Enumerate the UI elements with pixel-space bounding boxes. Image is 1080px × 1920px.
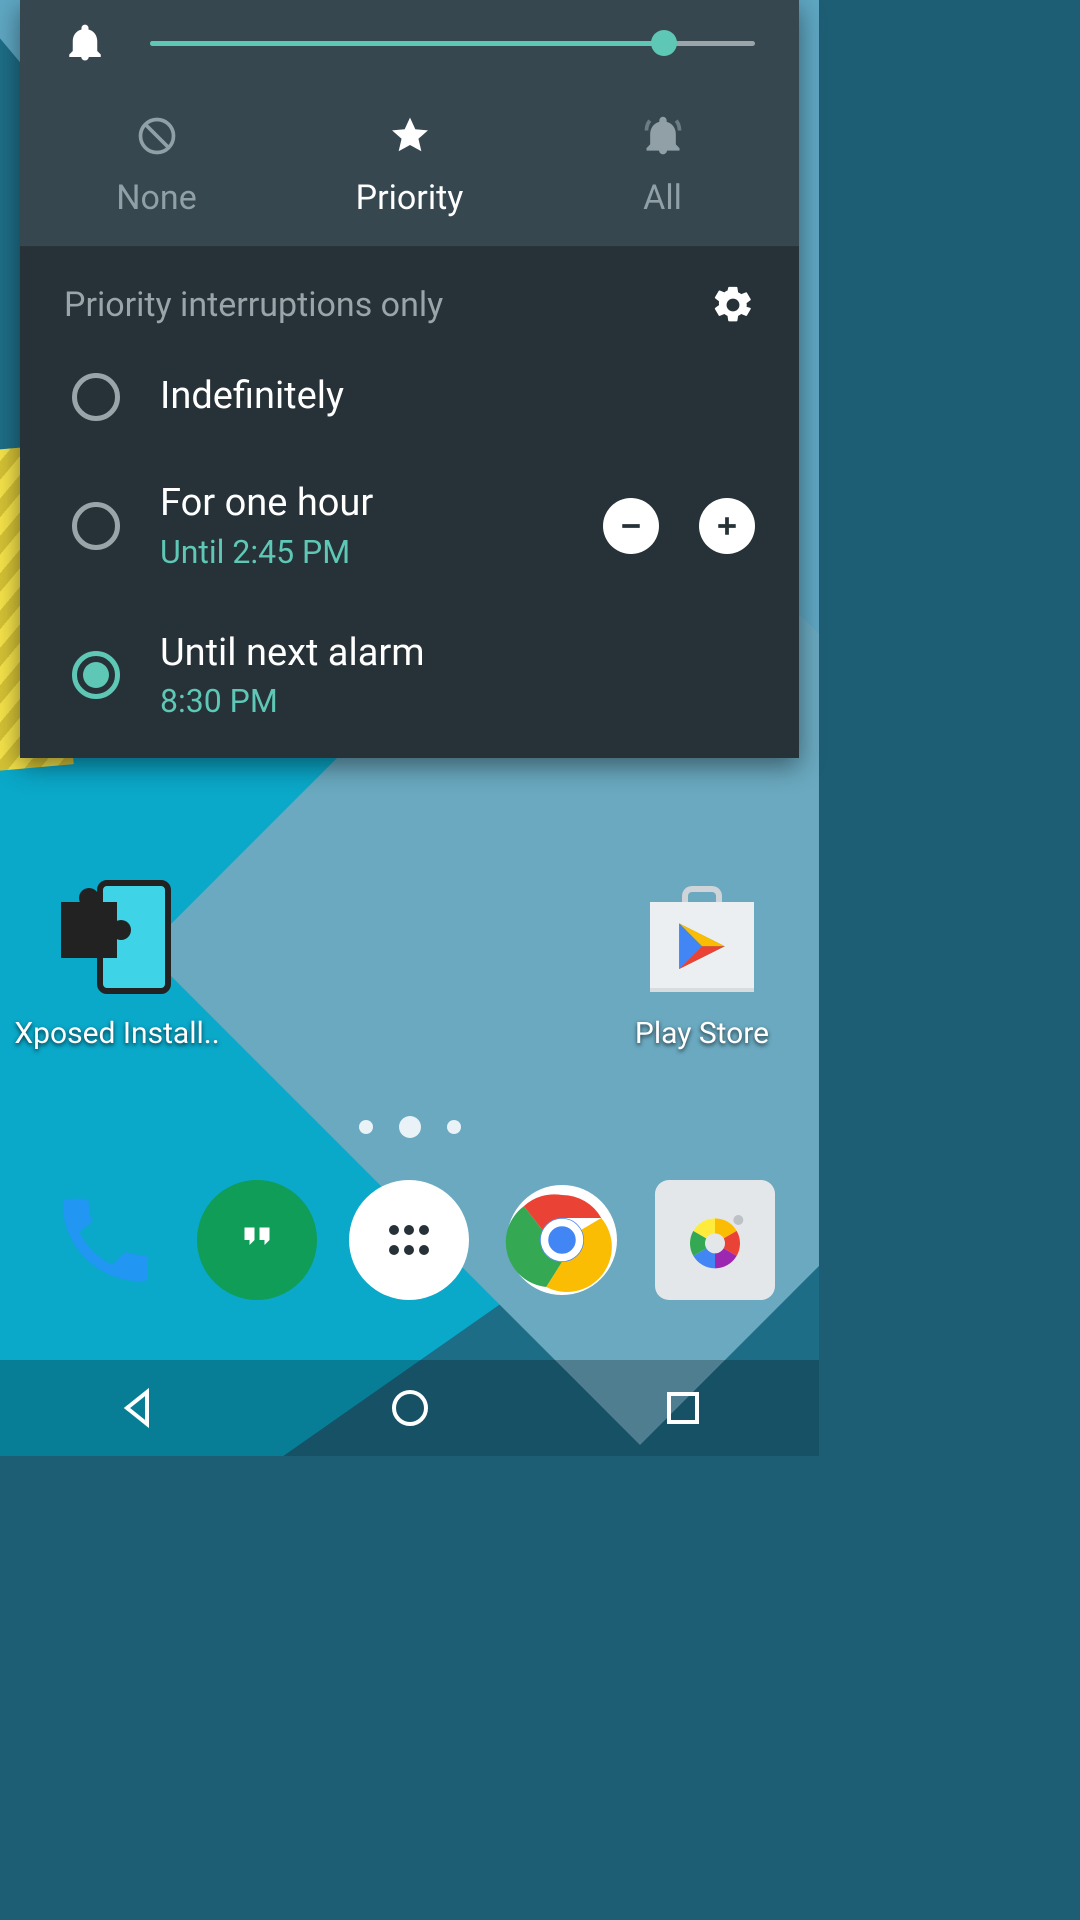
- gear-icon[interactable]: [711, 283, 755, 327]
- dock-apps[interactable]: [349, 1180, 469, 1300]
- mode-none[interactable]: None: [30, 114, 283, 218]
- mode-none-label: None: [116, 178, 196, 218]
- star-icon: [388, 114, 432, 158]
- plus-button[interactable]: [699, 498, 755, 554]
- priority-body: Priority interruptions only Indefinitely…: [20, 247, 799, 758]
- page-dot[interactable]: [359, 1120, 373, 1134]
- mode-all[interactable]: All: [536, 114, 789, 218]
- camera-icon: [675, 1200, 755, 1280]
- page-dot-current[interactable]: [399, 1116, 421, 1138]
- recents-button[interactable]: [659, 1384, 707, 1432]
- dock-hangouts[interactable]: [197, 1180, 317, 1300]
- option-until-alarm[interactable]: Until next alarm 8:30 PM: [72, 631, 755, 721]
- app-xposed[interactable]: Xposed Install..: [32, 880, 202, 1051]
- radio-icon: [72, 502, 120, 550]
- option-sub: 8:30 PM: [160, 682, 425, 720]
- bell-icon: [64, 22, 106, 64]
- nav-bar: [0, 1360, 819, 1456]
- back-button[interactable]: [113, 1384, 161, 1432]
- option-indefinitely[interactable]: Indefinitely: [72, 373, 755, 421]
- play-triangle-icon: [664, 912, 740, 988]
- xposed-icon: [57, 880, 177, 1000]
- volume-fill: [150, 41, 664, 46]
- mode-priority[interactable]: Priority: [283, 114, 536, 218]
- chrome-icon: [502, 1180, 622, 1300]
- minus-button[interactable]: [603, 498, 659, 554]
- mode-row: None Priority All: [20, 94, 799, 247]
- bell-ring-icon: [641, 114, 685, 158]
- apps-icon: [379, 1210, 439, 1270]
- mode-priority-label: Priority: [356, 178, 464, 218]
- none-icon: [135, 114, 179, 158]
- duration-list: Indefinitely For one hour Until 2:45 PM: [64, 373, 755, 720]
- volume-thumb[interactable]: [651, 30, 677, 56]
- radio-icon: [72, 651, 120, 699]
- radio-icon: [72, 373, 120, 421]
- dock: [0, 1180, 819, 1300]
- volume-slider[interactable]: [150, 31, 755, 55]
- option-one-hour[interactable]: For one hour Until 2:45 PM: [72, 481, 755, 571]
- option-label: Indefinitely: [160, 374, 344, 420]
- hangouts-icon: [227, 1210, 287, 1270]
- home-button[interactable]: [386, 1384, 434, 1432]
- option-label: For one hour: [160, 481, 373, 527]
- app-label: Play Store: [635, 1016, 769, 1051]
- interruptions-panel: None Priority All Priority interruptions…: [20, 0, 799, 758]
- app-label: Xposed Install..: [14, 1016, 219, 1051]
- plus-icon: [712, 511, 742, 541]
- duration-stepper: [603, 498, 755, 554]
- playstore-icon: [642, 880, 762, 1000]
- dock-phone[interactable]: [44, 1180, 164, 1300]
- dock-chrome[interactable]: [502, 1180, 622, 1300]
- option-label: Until next alarm: [160, 631, 425, 677]
- option-sub: Until 2:45 PM: [160, 533, 373, 571]
- priority-title: Priority interruptions only: [64, 285, 443, 325]
- home-apps: Xposed Install.. Play Store: [0, 880, 819, 1051]
- phone-icon: [49, 1185, 159, 1295]
- app-playstore[interactable]: Play Store: [617, 880, 787, 1051]
- page-indicator[interactable]: [0, 1120, 819, 1138]
- minus-icon: [616, 511, 646, 541]
- mode-all-label: All: [643, 178, 682, 218]
- volume-row: [20, 0, 799, 94]
- page-dot[interactable]: [447, 1120, 461, 1134]
- dock-camera[interactable]: [655, 1180, 775, 1300]
